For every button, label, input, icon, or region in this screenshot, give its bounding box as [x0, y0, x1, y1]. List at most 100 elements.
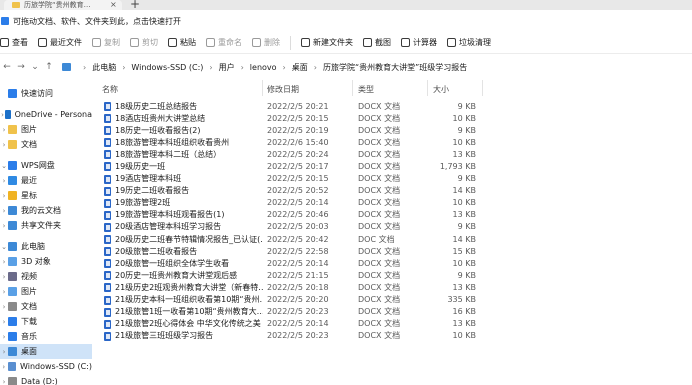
- table-row[interactable]: 20历史一班贵州教育大讲堂观后感 2022/2/5 21:15 DOCX 文档 9 K…: [92, 269, 692, 281]
- expand-chevron-icon[interactable]: ›: [0, 192, 8, 200]
- breadcrumb-chevron-icon[interactable]: ›: [209, 63, 212, 72]
- table-row[interactable]: 20级旅管二班收看报告 2022/2/5 22:58 DOCX 文档 15 KB: [92, 245, 692, 257]
- sidebar-item[interactable]: › 共享文件夹: [0, 218, 92, 233]
- table-row[interactable]: 19酒店管理本科班 2022/2/5 20:15 DOCX 文档 9 KB: [92, 173, 692, 185]
- table-row[interactable]: 20级历史二班春节特辑情况报告_已认证(… 2022/2/5 20:42 DOC 文…: [92, 233, 692, 245]
- sidebar-item[interactable]: › Windows-SSD (C:): [0, 359, 92, 374]
- breadcrumb-chevron-icon[interactable]: ›: [241, 63, 244, 72]
- column-divider[interactable]: [262, 80, 263, 96]
- command-1-button[interactable]: 最近文件: [38, 34, 82, 52]
- breadcrumb-chevron-icon[interactable]: ›: [122, 63, 125, 72]
- table-row[interactable]: 19历史二班收看报告 2022/2/5 20:52 DOCX 文档 14 KB: [92, 185, 692, 197]
- expand-chevron-icon[interactable]: ›: [0, 303, 8, 311]
- sidebar-item[interactable]: 快速访问: [0, 86, 92, 101]
- file-date: 2022/2/5 20:19: [267, 125, 329, 135]
- command-0-button[interactable]: 查看: [0, 34, 28, 52]
- sidebar-item[interactable]: › OneDrive - Persona: [0, 107, 92, 122]
- breadcrumb-item[interactable]: Windows-SSD (C:): [131, 63, 203, 72]
- sidebar-item[interactable]: › 图片: [0, 284, 92, 299]
- expand-chevron-icon[interactable]: ›: [0, 177, 8, 185]
- breadcrumb-chevron-icon[interactable]: ›: [314, 63, 317, 72]
- breadcrumb-item[interactable]: 用户: [219, 62, 235, 73]
- sidebar-item[interactable]: › Data (D:): [0, 374, 92, 385]
- breadcrumb-chevron-icon[interactable]: ›: [283, 63, 286, 72]
- column-divider[interactable]: [427, 80, 428, 96]
- sidebar-item[interactable]: › 图片: [0, 122, 92, 137]
- sidebar-item[interactable]: › 下载: [0, 314, 92, 329]
- command-8-button[interactable]: 截图: [363, 34, 391, 52]
- expand-chevron-icon[interactable]: ›: [0, 348, 8, 356]
- expand-chevron-icon[interactable]: ›: [0, 126, 8, 134]
- column-divider[interactable]: [352, 80, 353, 96]
- sidebar-item[interactable]: › 星标: [0, 188, 92, 203]
- command-3-button[interactable]: 剪切: [130, 34, 158, 52]
- table-row[interactable]: 21级旅管2班心得体会 中华文化传统之美 2022/2/5 20:14 DOCX 文…: [92, 318, 692, 330]
- star-icon: [8, 89, 17, 98]
- column-size[interactable]: 大小: [433, 84, 449, 95]
- table-row[interactable]: 18酒店班贵州大讲堂总结 2022/2/5 20:15 DOCX 文档 10 KB: [92, 112, 692, 124]
- table-row[interactable]: 21级旅管1班一收看第10期“贵州教育大… 2022/2/5 20:23 DOCX …: [92, 306, 692, 318]
- breadcrumb[interactable]: › 此电脑 › Windows-SSD (C:) › 用户 › lenovo › 桌面 › 历旅学院“…: [62, 58, 467, 76]
- sidebar-item[interactable]: › 最近: [0, 173, 92, 188]
- table-row[interactable]: 21级历史本科一班组织收看第10期“贵州… 2022/2/5 20:20 DOCX …: [92, 294, 692, 306]
- command-5-button[interactable]: 重命名: [206, 34, 242, 52]
- expand-chevron-icon[interactable]: ›: [0, 273, 8, 281]
- back-arrow-icon[interactable]: ←: [0, 62, 14, 72]
- close-tab-icon[interactable]: ×: [110, 0, 117, 9]
- column-name[interactable]: 名称: [102, 84, 118, 95]
- sidebar-item[interactable]: › 3D 对象: [0, 254, 92, 269]
- table-row[interactable]: 19级历史一班 2022/2/5 20:17 DOCX 文档 1,793 KB: [92, 160, 692, 172]
- breadcrumb-item[interactable]: 此电脑: [92, 62, 116, 73]
- table-row[interactable]: 20级旅管一班组织全体学生收看 2022/2/5 20:14 DOCX 文档 10 K…: [92, 257, 692, 269]
- column-type[interactable]: 类型: [358, 84, 374, 95]
- table-row[interactable]: 21级旅管三班班级学习报告 2022/2/5 20:23 DOCX 文档 10 KB: [92, 330, 692, 342]
- command-9-button[interactable]: 计算器: [401, 34, 437, 52]
- expand-chevron-icon[interactable]: ›: [0, 288, 8, 296]
- sidebar-item[interactable]: › 视频: [0, 269, 92, 284]
- expand-chevron-icon[interactable]: ›: [0, 318, 8, 326]
- command-4-button[interactable]: 粘贴: [168, 34, 196, 52]
- sidebar-item[interactable]: › 文档: [0, 137, 92, 152]
- sidebar-item[interactable]: ⌄ WPS网盘: [0, 158, 92, 173]
- table-row[interactable]: 19旅游管理2班 2022/2/5 20:14 DOCX 文档 10 KB: [92, 197, 692, 209]
- command-2-button[interactable]: 复制: [92, 34, 120, 52]
- expand-chevron-icon[interactable]: ⌄: [0, 243, 8, 251]
- expand-chevron-icon[interactable]: ›: [0, 141, 8, 149]
- breadcrumb-item[interactable]: 历旅学院“贵州教育大讲堂”班级学习报告: [323, 62, 467, 73]
- breadcrumb-item[interactable]: lenovo: [250, 63, 277, 72]
- table-row[interactable]: 20级酒店管理本科班学习报告 2022/2/5 20:03 DOCX 文档 9 KB: [92, 221, 692, 233]
- up-arrow-icon[interactable]: ↑: [42, 62, 56, 72]
- new-folder-icon: [301, 38, 310, 47]
- breadcrumb-chevron-icon[interactable]: ›: [83, 63, 86, 72]
- folder-icon: [8, 140, 17, 149]
- file-type: DOC 文档: [358, 234, 395, 244]
- table-row[interactable]: 18旅游管理本科班组织收看贵州 2022/2/6 15:40 DOCX 文档 10 K…: [92, 136, 692, 148]
- file-name: 20级历史二班春节特辑情况报告_已认证(…: [115, 234, 263, 244]
- table-row[interactable]: 18旅游管理本科二班（总结） 2022/2/5 20:24 DOCX 文档 13 KB: [92, 148, 692, 160]
- breadcrumb-item[interactable]: 桌面: [292, 62, 308, 73]
- column-date[interactable]: 修改日期: [267, 84, 299, 95]
- sidebar-item[interactable]: › 桌面: [0, 344, 92, 359]
- command-6-button[interactable]: 删除: [252, 34, 280, 52]
- expand-chevron-icon[interactable]: ⌄: [0, 162, 8, 170]
- forward-arrow-icon[interactable]: →: [14, 62, 28, 72]
- expand-chevron-icon[interactable]: ›: [0, 222, 8, 230]
- table-row[interactable]: 19旅游管理本科班观看报告(1) 2022/2/5 20:46 DOCX 文档 13 …: [92, 209, 692, 221]
- table-row[interactable]: 21级历史2班观贵州教育大讲堂（新春特… 2022/2/5 20:18 DOCX 文…: [92, 281, 692, 293]
- expand-chevron-icon[interactable]: ›: [0, 207, 8, 215]
- table-row[interactable]: 18历史一班收看报告(2) 2022/2/5 20:19 DOCX 文档 9 KB: [92, 124, 692, 136]
- expand-chevron-icon[interactable]: ›: [0, 363, 8, 371]
- command-10-button[interactable]: 垃圾清理: [447, 34, 491, 52]
- sidebar-item[interactable]: › 我的云文档: [0, 203, 92, 218]
- history-chevron-icon[interactable]: ⌄: [28, 62, 42, 72]
- expand-chevron-icon[interactable]: ›: [0, 378, 8, 385]
- sidebar-item[interactable]: › 音乐: [0, 329, 92, 344]
- window-tab[interactable]: 历旅学院“贵州教育…: [4, 0, 122, 10]
- table-row[interactable]: 18级历史二班总结报告 2022/2/5 20:21 DOCX 文档 9 KB: [92, 100, 692, 112]
- expand-chevron-icon[interactable]: ›: [0, 333, 8, 341]
- sidebar-item[interactable]: ⌄ 此电脑: [0, 239, 92, 254]
- sidebar-item[interactable]: › 文档: [0, 299, 92, 314]
- column-divider[interactable]: [482, 80, 483, 96]
- expand-chevron-icon[interactable]: ›: [0, 258, 8, 266]
- command-7-button[interactable]: 新建文件夹: [301, 34, 353, 52]
